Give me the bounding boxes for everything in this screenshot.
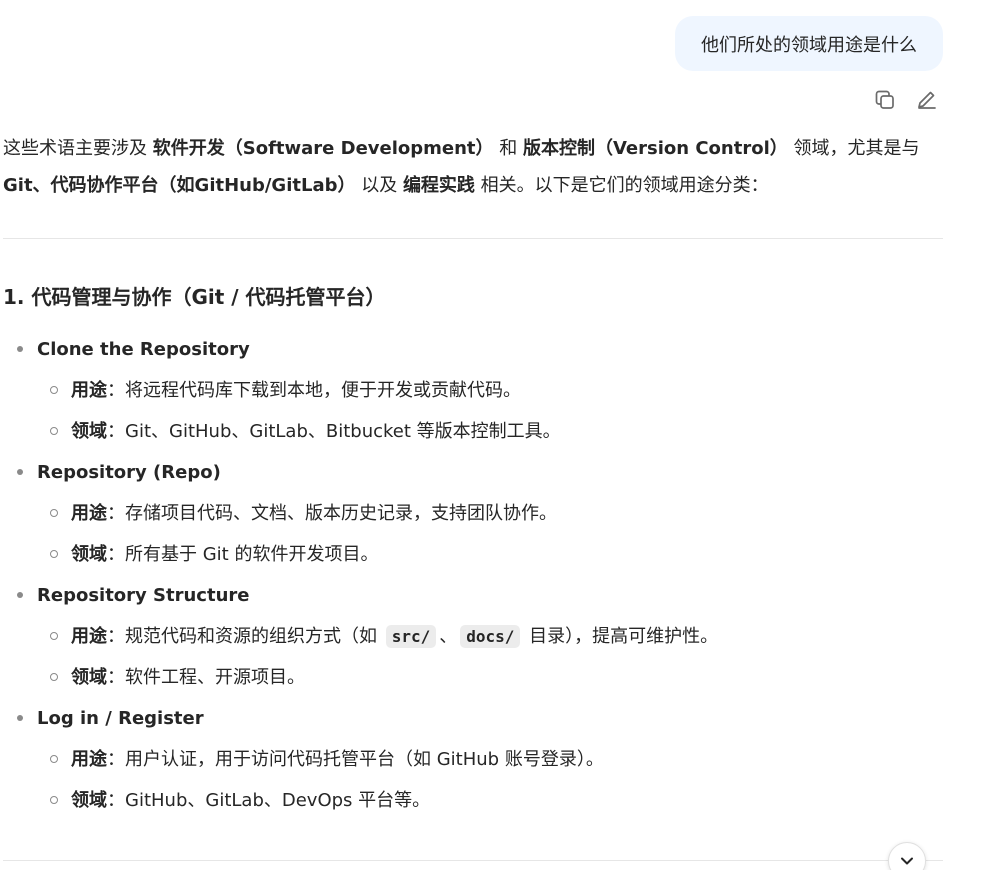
intro-bold: Git、代码协作平台（如GitHub/GitLab） <box>3 175 356 196</box>
intro-bold: 软件开发（Software Development） <box>152 138 494 159</box>
usage-label: 用途 <box>71 626 107 647</box>
label-sep: ： <box>107 626 125 647</box>
intro-bold: 编程实践 <box>402 175 475 196</box>
divider <box>3 860 943 861</box>
domain-label: 领域 <box>71 544 107 565</box>
user-message-text: 他们所处的领域用途是什么 <box>701 34 917 56</box>
list-item: Clone the Repository 用途：将远程代码库下载到本地，便于开发… <box>3 329 943 452</box>
list-item: 领域：Git、GitHub、GitLab、Bitbucket 等版本控制工具。 <box>37 411 943 452</box>
list-item: 领域：GitHub、GitLab、DevOps 平台等。 <box>37 780 943 821</box>
scroll-down-button[interactable] <box>888 842 926 870</box>
term-details: 用途：将远程代码库下载到本地，便于开发或贡献代码。 领域：Git、GitHub、… <box>37 370 943 452</box>
usage-text: 存储项目代码、文档、版本历史记录，支持团队协作。 <box>125 503 557 524</box>
list-item: 领域：软件工程、开源项目。 <box>37 657 943 698</box>
term-details: 用途：规范代码和资源的组织方式（如 src/、 docs/ 目录），提高可维护性。… <box>37 616 943 698</box>
list-item: 用途：用户认证，用于访问代码托管平台（如 GitHub 账号登录）。 <box>37 739 943 780</box>
usage-label: 用途 <box>71 503 107 524</box>
edit-button[interactable] <box>911 84 943 116</box>
term-title: Repository Structure <box>37 585 250 606</box>
term-details: 用途：用户认证，用于访问代码托管平台（如 GitHub 账号登录）。 领域：Gi… <box>37 739 943 821</box>
domain-text: 软件工程、开源项目。 <box>125 667 305 688</box>
intro-text: 相关。以下是它们的领域用途分类： <box>474 175 769 196</box>
assistant-answer: 这些术语主要涉及 软件开发（Software Development） 和 版本… <box>3 130 943 821</box>
label-sep: ： <box>107 503 125 524</box>
domain-label: 领域 <box>71 421 107 442</box>
usage-text: 规范代码和资源的组织方式（如 <box>125 626 383 647</box>
inline-code: docs/ <box>460 625 521 648</box>
user-message-bubble: 他们所处的领域用途是什么 <box>675 16 943 71</box>
term-title: Repository (Repo) <box>37 462 221 483</box>
list-item: Repository (Repo) 用途：存储项目代码、文档、版本历史记录，支持… <box>3 452 943 575</box>
label-sep: ： <box>107 544 125 565</box>
label-sep: ： <box>107 421 125 442</box>
inline-code: src/ <box>385 625 437 648</box>
usage-label: 用途 <box>71 749 107 770</box>
edit-icon <box>918 91 936 109</box>
label-sep: ： <box>107 380 125 401</box>
usage-text: 用户认证，用于访问代码托管平台（如 GitHub 账号登录）。 <box>125 749 604 770</box>
domain-text: 所有基于 Git 的软件开发项目。 <box>125 544 379 565</box>
intro-text: 和 <box>493 138 523 159</box>
divider <box>3 238 943 239</box>
label-sep: ： <box>107 790 125 811</box>
intro-text: 领域，尤其是与 <box>787 138 920 159</box>
label-sep: ： <box>107 667 125 688</box>
list-item: Repository Structure 用途：规范代码和资源的组织方式（如 s… <box>3 575 943 698</box>
domain-text: GitHub、GitLab、DevOps 平台等。 <box>125 790 431 811</box>
term-list: Clone the Repository 用途：将远程代码库下载到本地，便于开发… <box>3 329 943 821</box>
usage-text: 将远程代码库下载到本地，便于开发或贡献代码。 <box>125 380 521 401</box>
list-item: 用途：存储项目代码、文档、版本历史记录，支持团队协作。 <box>37 493 943 534</box>
domain-text: Git、GitHub、GitLab、Bitbucket 等版本控制工具。 <box>125 421 561 442</box>
usage-text: 目录），提高可维护性。 <box>523 626 719 647</box>
chat-page: 他们所处的领域用途是什么 这些术语主要涉及 软件开发（Software Deve… <box>0 0 997 870</box>
intro-bold: 版本控制（Version Control） <box>522 138 788 159</box>
usage-text: 、 <box>439 626 458 647</box>
list-item: 领域：所有基于 Git 的软件开发项目。 <box>37 534 943 575</box>
message-actions <box>869 84 943 116</box>
chevron-down-icon <box>901 857 913 865</box>
intro-text: 以及 <box>355 175 403 196</box>
usage-label: 用途 <box>71 380 107 401</box>
term-title: Clone the Repository <box>37 339 250 360</box>
list-item: Log in / Register 用途：用户认证，用于访问代码托管平台（如 G… <box>3 698 943 821</box>
label-sep: ： <box>107 749 125 770</box>
intro-paragraph: 这些术语主要涉及 软件开发（Software Development） 和 版本… <box>3 130 943 204</box>
list-item: 用途：规范代码和资源的组织方式（如 src/、 docs/ 目录），提高可维护性。 <box>37 616 943 657</box>
domain-label: 领域 <box>71 667 107 688</box>
list-item: 用途：将远程代码库下载到本地，便于开发或贡献代码。 <box>37 370 943 411</box>
domain-label: 领域 <box>71 790 107 811</box>
intro-text: 这些术语主要涉及 <box>3 138 153 159</box>
section-heading: 1. 代码管理与协作（Git / 代码托管平台） <box>3 285 386 309</box>
term-details: 用途：存储项目代码、文档、版本历史记录，支持团队协作。 领域：所有基于 Git … <box>37 493 943 575</box>
copy-icon <box>875 90 894 109</box>
copy-button[interactable] <box>869 84 901 116</box>
term-title: Log in / Register <box>37 708 204 729</box>
